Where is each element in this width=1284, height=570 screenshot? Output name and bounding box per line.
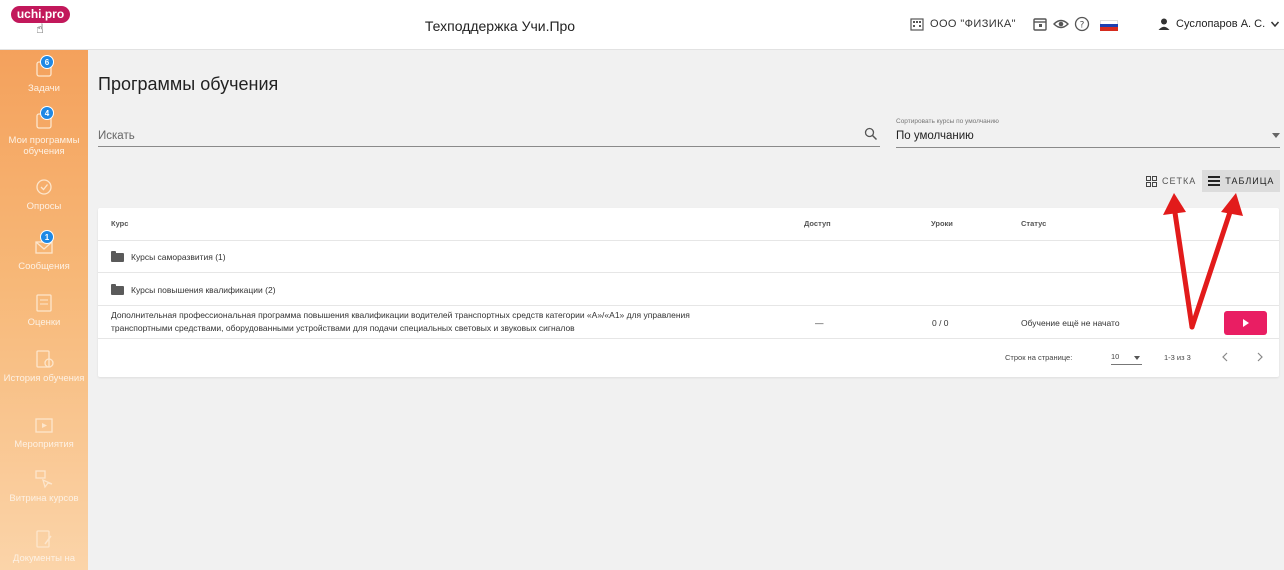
calendar-icon[interactable] (1031, 15, 1049, 33)
sidebar-item-label: Документы на (12, 553, 76, 564)
app-title: Техподдержка Учи.Про (0, 18, 1000, 34)
sort-value: По умолчанию (896, 130, 974, 142)
sidebar-item-label: Оценки (27, 317, 61, 328)
view-toggle: СЕТКА ТАБЛИЦА (1140, 170, 1281, 192)
sidebar-item-events[interactable]: Мероприятия (0, 414, 88, 450)
table-divider (98, 338, 1279, 339)
search-input[interactable]: Искать (98, 125, 880, 147)
chevron-left-icon[interactable] (1220, 351, 1230, 363)
access-value: — (815, 318, 824, 328)
grid-view-label: СЕТКА (1162, 176, 1197, 186)
grades-icon (36, 294, 52, 312)
folder-icon (111, 251, 124, 262)
play-button[interactable] (1224, 311, 1267, 335)
sidebar-item-label: Задачи (28, 83, 60, 94)
rows-per-page-value: 10 (1111, 352, 1120, 361)
table-view-label: ТАБЛИЦА (1225, 176, 1275, 186)
history-icon (36, 350, 54, 368)
grid-view-button[interactable]: СЕТКА (1140, 170, 1202, 192)
sidebar: Задачи 6 Мои программы обучения 4 Опросы… (0, 50, 88, 570)
user-icon (1158, 18, 1170, 30)
column-header-status[interactable]: Статус (1021, 208, 1046, 240)
top-bar: uchi.pro ☝ Техподдержка Учи.Про ООО "ФИЗ… (0, 0, 1284, 50)
pagination-range: 1-3 из 3 (1164, 353, 1191, 362)
sidebar-item-label: Мероприятия (14, 439, 74, 450)
rows-per-page-select[interactable]: 10 (1111, 349, 1142, 365)
folder-row[interactable]: Курсы повышения квалификации (2) (98, 272, 1279, 305)
lessons-value: 0 / 0 (932, 318, 949, 328)
folder-name: Курсы саморазвития (1) (131, 252, 226, 262)
sidebar-item-label: История обучения (3, 373, 85, 384)
folder-name: Курсы повышения квалификации (2) (131, 285, 276, 295)
column-header-lessons[interactable]: Уроки (931, 208, 953, 240)
documents-icon (36, 530, 52, 548)
help-icon[interactable]: ? (1073, 15, 1091, 33)
caret-down-icon (1272, 133, 1280, 138)
folder-icon (111, 284, 124, 295)
app-title-text: Техподдержка Учи.Про (424, 18, 576, 34)
organization-name: ООО "ФИЗИКА" (930, 18, 1016, 30)
course-name-line2: транспортными средствами, оборудованными… (111, 323, 575, 333)
sidebar-item-history[interactable]: История обучения (0, 348, 88, 384)
building-icon (910, 18, 924, 31)
courses-table: Курс Доступ Уроки Статус Курсы саморазви… (98, 208, 1279, 377)
sidebar-item-surveys[interactable]: Опросы (0, 176, 88, 212)
page-title: Программы обучения (98, 74, 279, 94)
search-placeholder: Искать (98, 130, 135, 142)
sidebar-item-grades[interactable]: Оценки (0, 292, 88, 328)
showcase-icon (35, 470, 53, 489)
table-row[interactable]: Дополнительная профессиональная программ… (98, 305, 1279, 338)
rows-per-page-label: Строк на странице: (1005, 353, 1073, 362)
grid-icon (1146, 175, 1157, 187)
search-icon[interactable] (864, 127, 878, 141)
svg-text:?: ? (1080, 21, 1085, 31)
status-value: Обучение ещё не начато (1021, 318, 1120, 328)
column-header-access[interactable]: Доступ (804, 208, 831, 240)
eye-icon[interactable] (1052, 15, 1070, 33)
tasks-badge: 6 (40, 55, 54, 69)
chevron-down-icon (1271, 21, 1280, 28)
sidebar-item-label: Сообщения (18, 261, 70, 272)
russian-flag-icon[interactable] (1100, 20, 1118, 31)
sidebar-item-label: Опросы (26, 201, 62, 212)
folder-row[interactable]: Курсы саморазвития (1) (98, 240, 1279, 272)
messages-badge: 1 (40, 230, 54, 244)
sidebar-item-documents[interactable]: Документы на (0, 528, 88, 564)
sort-select[interactable]: Сортировать курсы по умолчанию По умолча… (896, 118, 1280, 148)
sort-label: Сортировать курсы по умолчанию (896, 118, 999, 125)
sidebar-item-label: Мои программы обучения (8, 135, 80, 157)
column-header-course[interactable]: Курс (111, 208, 128, 240)
user-menu[interactable]: Суслопаров А. С. (1157, 17, 1280, 31)
programs-badge: 4 (40, 106, 54, 120)
survey-icon (36, 179, 52, 195)
caret-down-icon (1134, 356, 1140, 360)
events-icon (35, 418, 53, 433)
course-name-line1: Дополнительная профессиональная программ… (111, 310, 690, 320)
user-name: Суслопаров А. С. (1176, 18, 1266, 30)
sidebar-item-course-showcase[interactable]: Витрина курсов (0, 468, 88, 504)
sidebar-item-label: Витрина курсов (9, 493, 79, 504)
list-icon (1208, 176, 1221, 186)
chevron-right-icon[interactable] (1255, 351, 1265, 363)
table-view-button[interactable]: ТАБЛИЦА (1202, 170, 1281, 192)
organization-selector[interactable]: ООО "ФИЗИКА" (910, 17, 1016, 31)
